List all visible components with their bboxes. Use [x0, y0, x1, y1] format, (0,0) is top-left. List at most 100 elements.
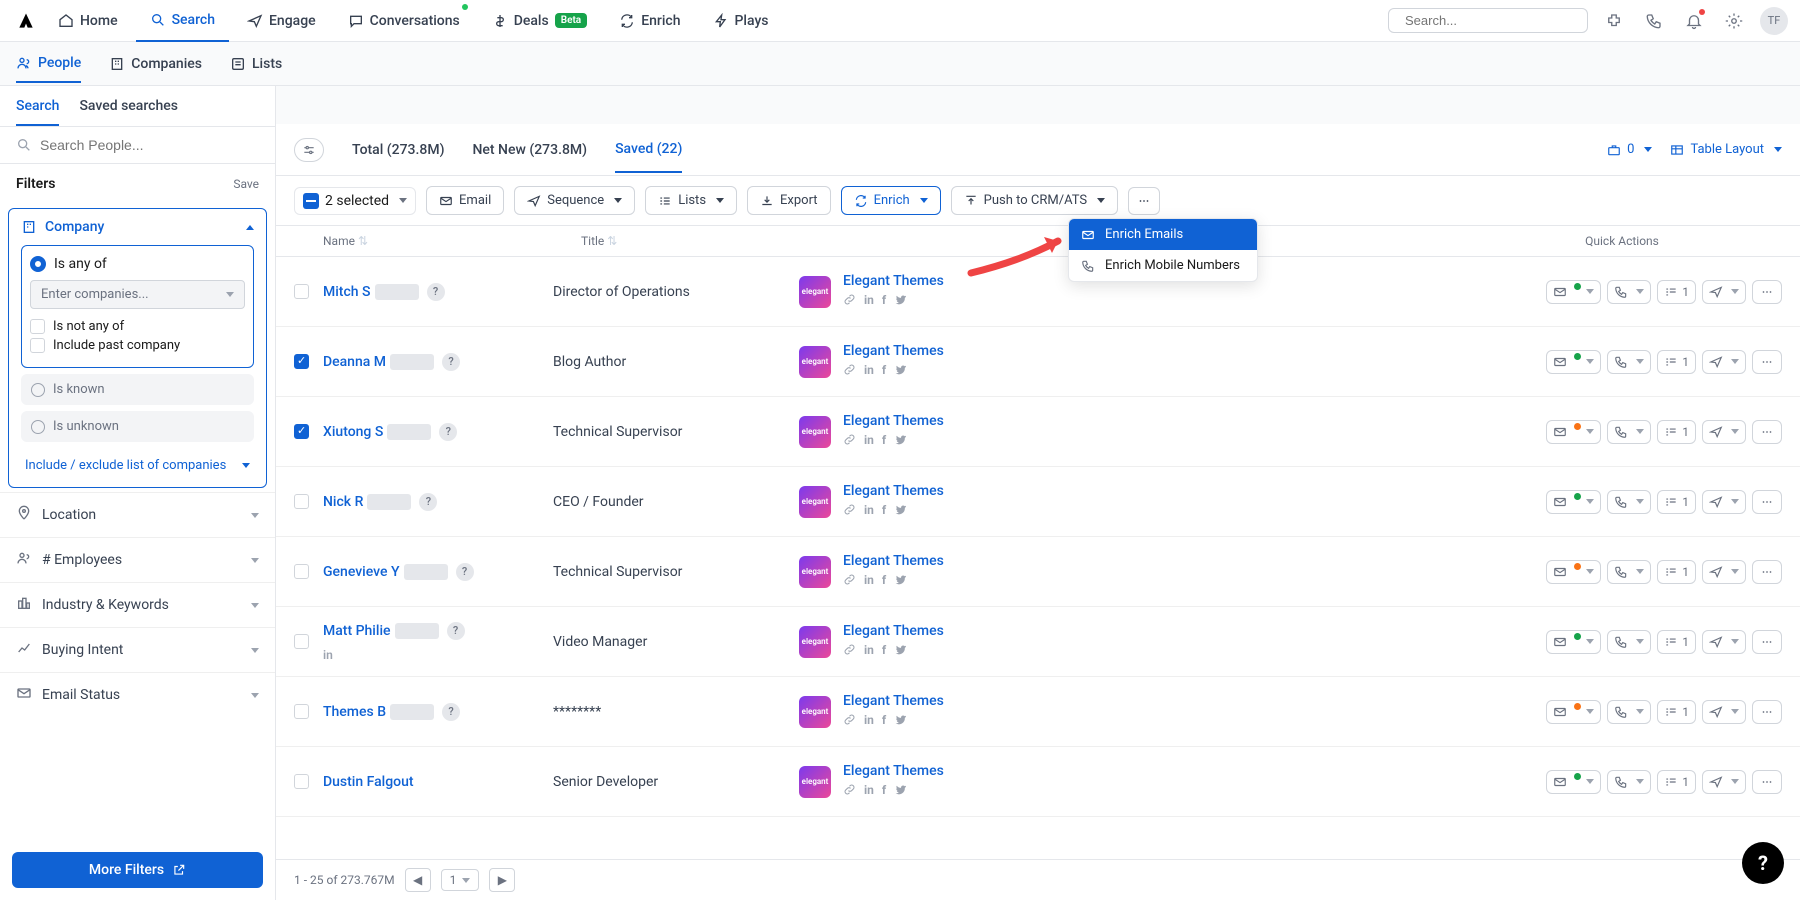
qa-send-button[interactable] — [1702, 630, 1746, 654]
help-fab[interactable]: ? — [1742, 842, 1784, 884]
qa-more-button[interactable] — [1752, 490, 1782, 514]
qa-email-button[interactable] — [1546, 630, 1601, 654]
save-link[interactable]: Save — [233, 177, 259, 191]
company-link[interactable]: Elegant Themes — [843, 483, 944, 499]
facebook-icon[interactable]: f — [882, 363, 886, 380]
filter-company[interactable]: Company Is any of Enter companies... — [8, 208, 267, 488]
col-name-header[interactable]: Name ⇅ — [323, 234, 581, 248]
global-search-input[interactable] — [1405, 13, 1581, 28]
qa-more-button[interactable] — [1752, 420, 1782, 444]
twitter-icon[interactable] — [894, 363, 907, 380]
person-name-link[interactable]: Matt Philie ? — [323, 622, 553, 640]
qa-phone-button[interactable] — [1607, 350, 1651, 374]
qa-email-button[interactable] — [1546, 420, 1601, 444]
include-exclude-link[interactable]: Include / exclude list of companies — [21, 448, 254, 477]
qa-email-button[interactable] — [1546, 560, 1601, 584]
facebook-icon[interactable]: f — [882, 573, 886, 590]
twitter-icon[interactable] — [894, 783, 907, 800]
qa-more-button[interactable] — [1752, 630, 1782, 654]
tab-saved[interactable]: Saved (22) — [615, 127, 682, 173]
twitter-icon[interactable] — [894, 643, 907, 660]
qa-sequence-button[interactable]: 1 — [1657, 420, 1696, 444]
email-button[interactable]: Email — [426, 186, 504, 215]
person-name-link[interactable]: Deanna M ? — [323, 353, 553, 371]
nav-deals[interactable]: Deals Beta — [478, 0, 601, 42]
push-crm-button[interactable]: Push to CRM/ATS — [951, 186, 1118, 215]
qa-phone-button[interactable] — [1607, 630, 1651, 654]
qa-phone-button[interactable] — [1607, 280, 1651, 304]
phone-icon[interactable] — [1640, 7, 1668, 35]
qa-sequence-button[interactable]: 1 — [1657, 700, 1696, 724]
user-avatar[interactable]: TF — [1760, 7, 1788, 35]
page-select[interactable]: 1 — [441, 869, 480, 891]
row-checkbox[interactable] — [294, 424, 309, 439]
export-button[interactable]: Export — [747, 186, 831, 215]
row-checkbox[interactable] — [294, 284, 309, 299]
check-is-not-any-of[interactable]: Is not any of — [30, 319, 245, 334]
enrich-button[interactable]: Enrich — [841, 186, 941, 215]
nav-engage[interactable]: Engage — [233, 0, 330, 42]
sidebar-tab-saved[interactable]: Saved searches — [79, 98, 178, 126]
person-name-link[interactable]: Dustin Falgout — [323, 774, 553, 790]
qa-phone-button[interactable] — [1607, 420, 1651, 444]
filter-row-email-status[interactable]: Email Status — [0, 672, 275, 717]
help-icon[interactable]: ? — [447, 622, 465, 640]
company-link[interactable]: Elegant Themes — [843, 273, 944, 289]
linkedin-icon[interactable]: in — [864, 363, 874, 380]
facebook-icon[interactable]: f — [882, 503, 886, 520]
qa-send-button[interactable] — [1702, 490, 1746, 514]
row-checkbox[interactable] — [294, 634, 309, 649]
linkedin-icon[interactable]: in — [864, 503, 874, 520]
row-checkbox[interactable] — [294, 704, 309, 719]
more-filters-button[interactable]: More Filters — [12, 852, 263, 888]
nav-plays[interactable]: Plays — [699, 0, 783, 42]
qa-email-button[interactable] — [1546, 280, 1601, 304]
qa-more-button[interactable] — [1752, 770, 1782, 794]
linkedin-icon[interactable]: in — [864, 713, 874, 730]
tab-total[interactable]: Total (273.8M) — [352, 128, 444, 172]
twitter-icon[interactable] — [894, 433, 907, 450]
qa-sequence-button[interactable]: 1 — [1657, 770, 1696, 794]
prev-page-button[interactable]: ◀ — [405, 868, 431, 892]
row-checkbox[interactable] — [294, 354, 309, 369]
person-name-link[interactable]: Themes B ? — [323, 703, 553, 721]
facebook-icon[interactable]: f — [882, 433, 886, 450]
person-name-link[interactable]: Nick R ? — [323, 493, 553, 511]
qa-phone-button[interactable] — [1607, 770, 1651, 794]
facebook-icon[interactable]: f — [882, 783, 886, 800]
qa-more-button[interactable] — [1752, 560, 1782, 584]
enrich-mobile-option[interactable]: Enrich Mobile Numbers — [1069, 250, 1257, 281]
help-icon[interactable]: ? — [456, 563, 474, 581]
qa-send-button[interactable] — [1702, 420, 1746, 444]
qa-more-button[interactable] — [1752, 280, 1782, 304]
linkedin-icon[interactable]: in — [864, 573, 874, 590]
twitter-icon[interactable] — [894, 293, 907, 310]
qa-send-button[interactable] — [1702, 280, 1746, 304]
subnav-people[interactable]: People — [16, 45, 81, 83]
qa-email-button[interactable] — [1546, 700, 1601, 724]
nav-search[interactable]: Search — [136, 0, 229, 42]
briefcase-count[interactable]: 0 — [1607, 142, 1652, 157]
qa-send-button[interactable] — [1702, 560, 1746, 584]
facebook-icon[interactable]: f — [882, 643, 886, 660]
linkedin-icon[interactable]: in — [864, 783, 874, 800]
linkedin-icon[interactable]: in — [864, 643, 874, 660]
person-name-link[interactable]: Mitch S ? — [323, 283, 553, 301]
radio-is-known[interactable]: Is known — [21, 374, 254, 405]
link-icon[interactable] — [843, 643, 856, 660]
qa-send-button[interactable] — [1702, 770, 1746, 794]
link-icon[interactable] — [843, 433, 856, 450]
qa-sequence-button[interactable]: 1 — [1657, 490, 1696, 514]
help-icon[interactable]: ? — [419, 493, 437, 511]
nav-enrich[interactable]: Enrich — [605, 0, 694, 42]
qa-send-button[interactable] — [1702, 350, 1746, 374]
qa-sequence-button[interactable]: 1 — [1657, 350, 1696, 374]
search-input[interactable] — [40, 137, 259, 153]
check-include-past[interactable]: Include past company — [30, 338, 245, 353]
company-combobox[interactable]: Enter companies... — [30, 280, 245, 309]
help-icon[interactable]: ? — [442, 703, 460, 721]
enrich-emails-option[interactable]: Enrich Emails — [1069, 219, 1257, 250]
qa-phone-button[interactable] — [1607, 490, 1651, 514]
twitter-icon[interactable] — [894, 713, 907, 730]
linkedin-icon[interactable]: in — [323, 648, 553, 662]
